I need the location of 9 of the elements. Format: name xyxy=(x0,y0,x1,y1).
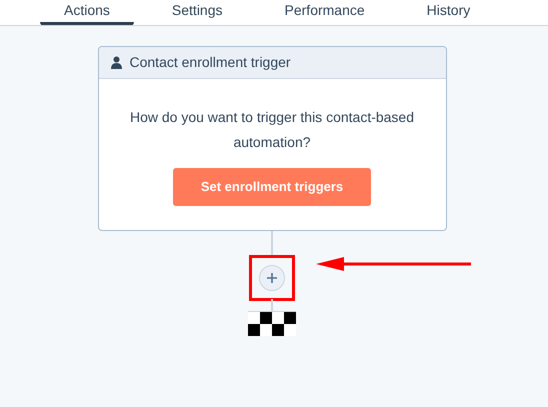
add-action-button[interactable] xyxy=(259,265,285,291)
plus-icon xyxy=(267,273,277,283)
card-title: Contact enrollment trigger xyxy=(130,53,291,72)
person-icon xyxy=(110,56,122,69)
tab[interactable]: Actions xyxy=(40,0,134,25)
tab[interactable]: Settings xyxy=(148,0,247,25)
trigger-prompt: How do you want to trigger this contact-based automation? xyxy=(128,108,416,152)
tab[interactable]: History xyxy=(402,0,494,25)
tab[interactable]: Performance xyxy=(260,0,389,25)
